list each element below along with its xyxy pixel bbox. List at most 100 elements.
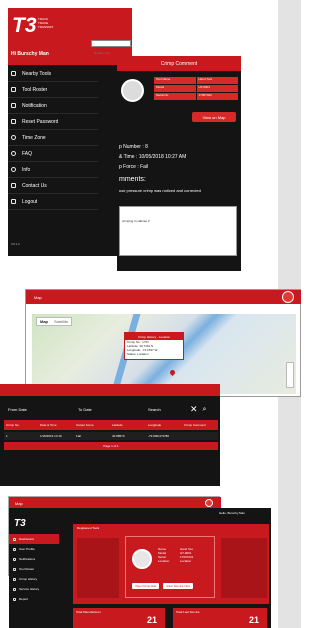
menu-item[interactable]: Time Zone: [8, 130, 98, 146]
menu-item[interactable]: Nearby Tools: [8, 66, 98, 82]
mail-icon: [11, 183, 16, 188]
logout-icon: [11, 199, 16, 204]
view-service-history-button[interactable]: View Service Hist: [163, 583, 193, 589]
sidebar-item-label: Service History: [19, 587, 40, 591]
info-value: Hand Tool: [196, 77, 238, 84]
stat-label: Total Last Service: [176, 610, 200, 614]
sidebar-item-tool-roster[interactable]: Tool Roster: [9, 564, 59, 574]
map-header: Map: [26, 290, 301, 304]
comment-input[interactable]: crimping in cabinet 3: [119, 206, 237, 256]
stat-label: Total Manufacturer: [76, 610, 101, 614]
tool-field-value: Location: [180, 559, 192, 563]
bell-icon: [13, 557, 16, 561]
sidebar-item-label: Report: [19, 597, 29, 601]
mobile-menu-list: Nearby Tools Tool Roster Notification Re…: [8, 66, 98, 210]
map-canvas[interactable]: Map Satellite Crimp History - Location C…: [32, 314, 296, 394]
crimp-header: Crimp Comment: [117, 56, 241, 71]
dashboard-screen: T3 Hello, Burschy Man Dashboard User Pro…: [9, 508, 271, 628]
menu-item-label: Notification: [22, 102, 47, 109]
brand-logo: T3: [12, 14, 37, 37]
tab-satellite[interactable]: Satellite: [51, 318, 71, 325]
menu-item[interactable]: Notification: [8, 98, 98, 114]
menu-item[interactable]: Tool Roster: [8, 82, 98, 98]
search-input[interactable]: Nearby Tool: [91, 40, 131, 55]
collage: T3 TRACK TRACE TRANSMIT Hi Burschy Man N…: [0, 0, 301, 628]
wrench-icon: [13, 587, 16, 591]
menu-item-label: Nearby Tools: [22, 70, 52, 77]
small-map-title: Map: [15, 501, 23, 506]
tool-field-key: Location: [158, 559, 170, 563]
search-placeholder: Nearby Tool: [94, 51, 110, 55]
sidebar-item-label: Tool Roster: [19, 567, 35, 571]
key-icon: [11, 119, 16, 124]
info-value: 17007022: [196, 93, 238, 100]
sidebar-item-notifications[interactable]: Notifications: [9, 554, 59, 564]
user-icon: [13, 547, 16, 551]
report-icon: [13, 597, 16, 601]
zoom-controls: [286, 362, 294, 388]
list-icon: [13, 567, 16, 571]
view-on-map-button[interactable]: View on Map: [192, 112, 236, 122]
column-header: Output Force: [76, 423, 94, 427]
mobile-menu-screen: T3 TRACK TRACE TRANSMIT Hi Burschy Man N…: [8, 8, 132, 256]
view-on-map-label: View on Map: [202, 114, 226, 120]
menu-item[interactable]: Reset Password: [8, 114, 98, 130]
sidebar-item-label: User Profile: [19, 547, 35, 551]
comment-text: use pressure crimp was noticed and corre…: [119, 188, 201, 193]
tool-card-left[interactable]: [77, 538, 119, 598]
crimp-history-screen: From Date To Date Search ✕ ⌕ Crimp No. D…: [0, 384, 220, 486]
sidebar-item-report[interactable]: Report: [9, 594, 59, 604]
history-table-header: Crimp No. Date & Time Output Force Latit…: [4, 420, 218, 430]
sidebar-item-label: Notifications: [19, 557, 36, 561]
tool-field-row: Location Location: [158, 559, 212, 563]
tool-avatar: [121, 79, 144, 102]
app-version: V3.1.2: [11, 242, 20, 246]
stat-value: 21: [249, 615, 260, 625]
history-icon: [13, 577, 16, 581]
crimp-datetime: & Time : 10/05/2018 10:27 AM: [119, 154, 187, 160]
registered-tools-panel: Registered Tools Name Hand Tool Model HT-0…: [73, 524, 269, 604]
filter-from-date[interactable]: From Date: [8, 407, 78, 412]
menu-item[interactable]: Logout: [8, 194, 98, 210]
search-icon[interactable]: ⌕: [203, 406, 207, 413]
crimp-location-popup: Crimp History - Location Crimp No : 1721…: [124, 332, 184, 360]
tab-map[interactable]: Map: [37, 318, 51, 325]
sidebar-item-crimp-history[interactable]: Crimp History: [9, 574, 59, 584]
pager-text: Page 1 of 1: [103, 444, 119, 448]
table-cell: -73.80010 5780: [148, 434, 170, 438]
table-cell: 40.88570: [112, 434, 125, 438]
menu-item[interactable]: Contact Us: [8, 178, 98, 194]
map-screen: Map Map Satellite Crimp History - Locati…: [25, 289, 301, 397]
map-pin-icon[interactable]: [205, 499, 213, 507]
filter-search[interactable]: Search: [148, 407, 188, 412]
table-cell: 1/18/2019 14:16: [40, 434, 62, 438]
tool-fields: Name Hand Tool Model HT-0001 Serial 1700702…: [158, 547, 212, 563]
table-row[interactable]: 1 1/18/2019 14:16 Fail 40.88570 -73.8001…: [4, 432, 218, 440]
dashboard-user: Hello, Burschy Man: [219, 511, 246, 515]
menu-item[interactable]: Info: [8, 162, 98, 178]
sidebar-item-user-profile[interactable]: User Profile: [9, 544, 59, 554]
menu-item[interactable]: FAQ: [8, 146, 98, 162]
map-header-menu-icon[interactable]: [282, 291, 294, 303]
close-icon[interactable]: ✕: [190, 405, 198, 414]
sidebar-item-dashboard[interactable]: Dashboard: [9, 534, 59, 544]
greeting: Hi Burschy Man: [11, 51, 49, 57]
popup-title-bar: Crimp History - Location: [125, 333, 183, 340]
menu-item-label: Reset Password: [22, 118, 59, 125]
table-cell: Fail: [76, 434, 81, 438]
info-key: Tool Name: [154, 77, 196, 84]
crimp-title: Crimp Comment: [160, 60, 198, 67]
location-icon: [11, 71, 16, 76]
list-icon: [11, 87, 16, 92]
sidebar-item-service-history[interactable]: Service History: [9, 584, 59, 594]
tool-card[interactable]: Name Hand Tool Model HT-0001 Serial 1700702…: [125, 536, 215, 598]
bell-icon: [11, 103, 16, 108]
map-pin-icon[interactable]: [168, 368, 177, 377]
tool-card-right[interactable]: [221, 538, 267, 598]
view-crimp-history-button[interactable]: View Crimp Hist: [132, 583, 160, 589]
tagline-line: TRANSMIT: [38, 25, 54, 29]
menu-item-label: Tool Roster: [22, 86, 48, 93]
filter-to-date[interactable]: To Date: [78, 407, 148, 412]
crimp-number: p Number : 8: [119, 144, 148, 150]
info-row: Model HT-0001: [154, 85, 238, 92]
